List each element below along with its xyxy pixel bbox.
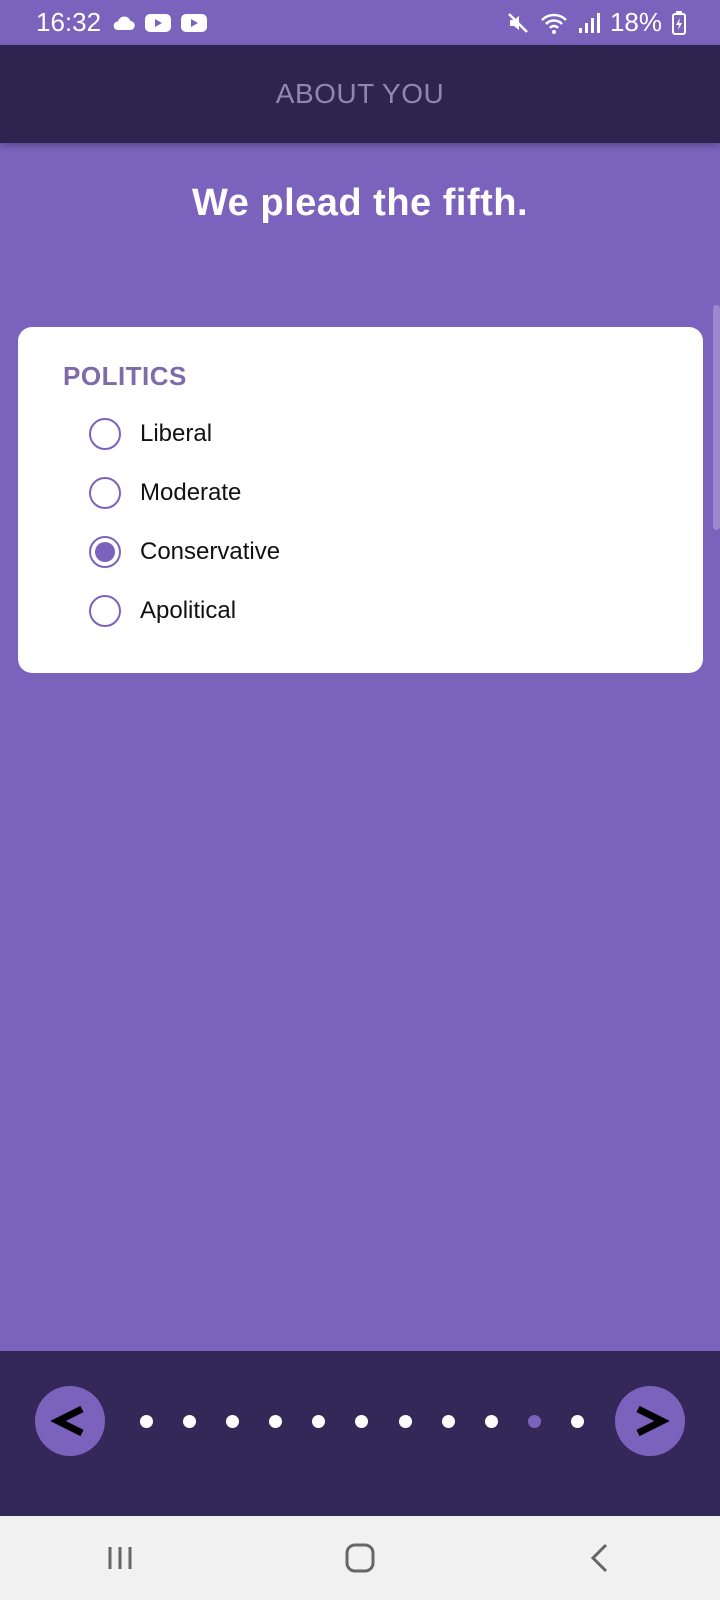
scrollbar-thumb[interactable]: [713, 305, 720, 530]
radio-button-unchecked[interactable]: [89, 594, 121, 627]
radio-button-unchecked[interactable]: [89, 417, 121, 450]
recent-apps-icon[interactable]: [90, 1533, 150, 1583]
option-label: Apolitical: [140, 596, 237, 624]
cloud-icon: [111, 15, 135, 31]
page-dot[interactable]: [312, 1414, 326, 1428]
home-icon[interactable]: [330, 1533, 390, 1583]
screen-heading: We plead the fifth.: [191, 182, 529, 224]
status-bar: 16:32 18%: [0, 0, 720, 45]
status-right: 18%: [506, 7, 686, 38]
chevron-right-icon: [636, 1405, 670, 1437]
option-liberal[interactable]: Liberal: [63, 404, 703, 463]
page-dot[interactable]: [570, 1414, 584, 1428]
option-label: Moderate: [140, 478, 242, 506]
page-dot[interactable]: [226, 1414, 240, 1428]
signal-icon: [578, 12, 600, 34]
status-time: 16:32: [36, 7, 102, 37]
system-navigation-bar: [0, 1516, 720, 1600]
page-dot[interactable]: [441, 1414, 455, 1428]
radio-button-unchecked[interactable]: [89, 476, 121, 509]
battery-percent: 18%: [609, 7, 662, 37]
politics-card: POLITICS Liberal Moderate Conservative A…: [18, 327, 703, 673]
page-title: ABOUT YOU: [275, 78, 445, 109]
youtube-icon: [181, 13, 208, 33]
radio-button-checked[interactable]: [89, 535, 121, 568]
status-left: 16:32: [36, 7, 208, 38]
step-pager: [0, 1351, 720, 1516]
page-dot[interactable]: [140, 1414, 153, 1428]
youtube-icon: [145, 13, 172, 33]
app-header: ABOUT YOU: [0, 45, 720, 143]
mute-icon: [506, 11, 530, 35]
battery-charging-icon: [672, 10, 686, 35]
section-label: POLITICS: [63, 361, 187, 391]
option-conservative[interactable]: Conservative: [63, 522, 703, 581]
page-dot-active[interactable]: [527, 1414, 541, 1428]
option-label: Conservative: [140, 537, 281, 565]
step-indicator: [132, 1411, 592, 1431]
option-label: Liberal: [140, 419, 213, 447]
next-button[interactable]: [615, 1386, 685, 1456]
radio-selected-dot: [95, 541, 115, 562]
chevron-left-icon: [50, 1405, 84, 1437]
option-moderate[interactable]: Moderate: [63, 463, 703, 522]
page-dot[interactable]: [183, 1414, 197, 1428]
page-dot[interactable]: [269, 1414, 283, 1428]
wifi-icon: [540, 11, 568, 35]
page-dot[interactable]: [484, 1414, 498, 1428]
page-dot[interactable]: [355, 1414, 369, 1428]
back-icon[interactable]: [570, 1533, 630, 1583]
page-dot[interactable]: [398, 1414, 412, 1428]
option-apolitical[interactable]: Apolitical: [63, 581, 703, 640]
previous-button[interactable]: [35, 1386, 105, 1456]
